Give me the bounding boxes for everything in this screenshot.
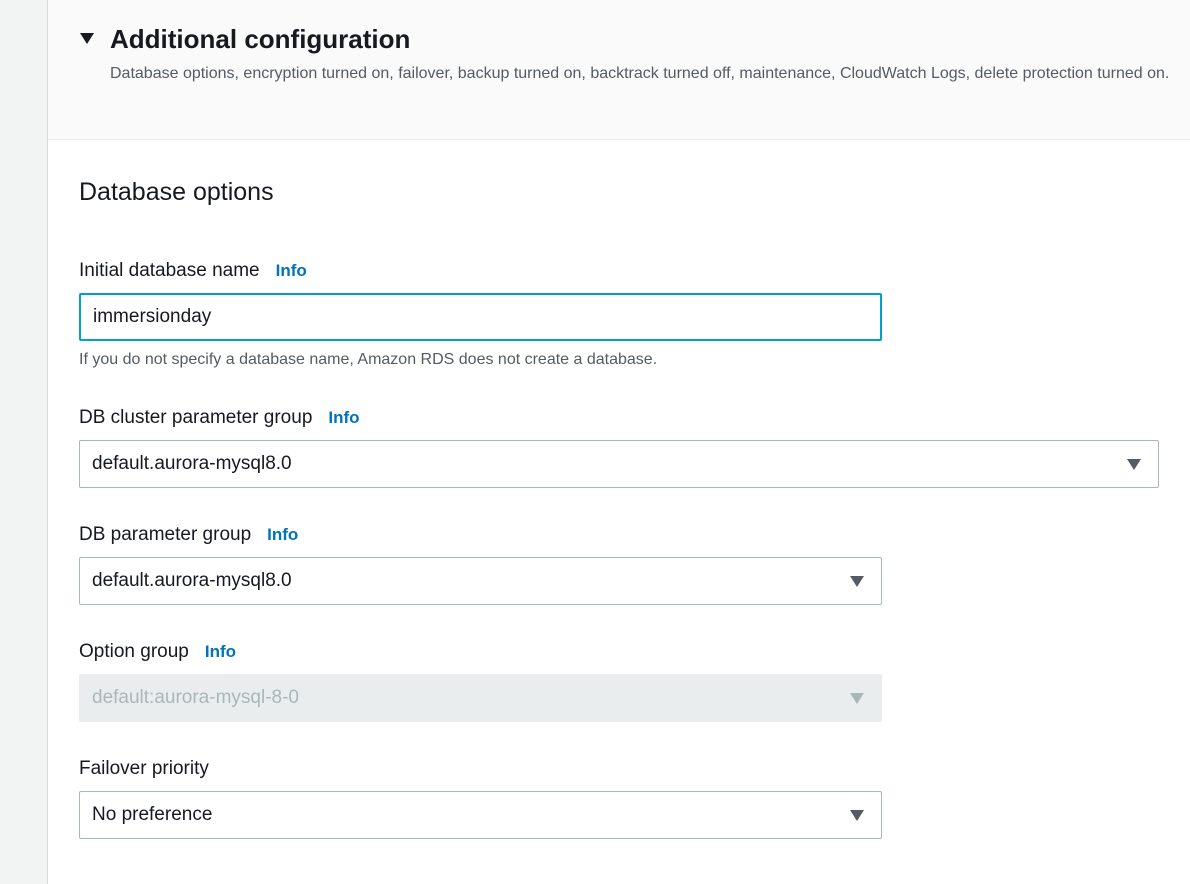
option-group-info-link[interactable]: Info xyxy=(205,642,236,661)
db-parameter-group-label: DB parameter group Info xyxy=(79,523,298,547)
failover-priority-value: No preference xyxy=(92,804,213,825)
db-parameter-group-value: default.aurora-mysql8.0 xyxy=(92,570,292,591)
expand-caret-down-icon[interactable] xyxy=(80,33,94,44)
failover-priority-label: Failover priority xyxy=(79,757,209,781)
additional-configuration-title[interactable]: Additional configuration xyxy=(110,22,410,56)
additional-configuration-panel: Additional configuration Database option… xyxy=(47,0,1190,884)
db-cluster-parameter-group-label-text: DB cluster parameter group xyxy=(79,407,313,428)
option-group-select: default:aurora-mysql-8-0 xyxy=(79,674,882,722)
initial-database-name-label-text: Initial database name xyxy=(79,260,260,281)
initial-database-name-info-link[interactable]: Info xyxy=(276,261,307,280)
initial-database-name-input[interactable] xyxy=(79,293,882,341)
db-parameter-group-select[interactable]: default.aurora-mysql8.0 xyxy=(79,557,882,605)
caret-down-icon xyxy=(850,810,864,821)
db-cluster-parameter-group-label: DB cluster parameter group Info xyxy=(79,406,360,430)
option-group-label-text: Option group xyxy=(79,641,189,662)
additional-configuration-description: Database options, encryption turned on, … xyxy=(110,65,1170,82)
db-parameter-group-info-link[interactable]: Info xyxy=(267,525,298,544)
db-cluster-parameter-group-info-link[interactable]: Info xyxy=(328,408,359,427)
db-cluster-parameter-group-select[interactable]: default.aurora-mysql8.0 xyxy=(79,440,1159,488)
additional-configuration-header[interactable]: Additional configuration Database option… xyxy=(48,0,1190,140)
option-group-value: default:aurora-mysql-8-0 xyxy=(92,687,299,708)
failover-priority-label-text: Failover priority xyxy=(79,758,209,779)
initial-database-name-label: Initial database name Info xyxy=(79,259,307,283)
db-cluster-parameter-group-value: default.aurora-mysql8.0 xyxy=(92,453,292,474)
option-group-label: Option group Info xyxy=(79,640,236,664)
database-options-title: Database options xyxy=(79,178,274,206)
db-parameter-group-label-text: DB parameter group xyxy=(79,524,252,545)
caret-down-icon xyxy=(1127,459,1141,470)
caret-down-icon xyxy=(850,693,864,704)
caret-down-icon xyxy=(850,576,864,587)
failover-priority-select[interactable]: No preference xyxy=(79,791,882,839)
initial-database-name-hint: If you do not specify a database name, A… xyxy=(79,351,658,368)
